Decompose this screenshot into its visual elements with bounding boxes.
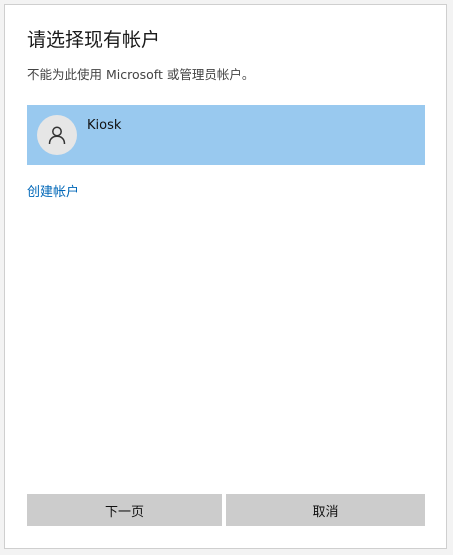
dialog-title: 请选择现有帐户 <box>27 29 161 51</box>
next-button[interactable]: 下一页 <box>27 494 222 526</box>
dialog-subtitle: 不能为此使用 Microsoft 或管理员帐户。 <box>27 67 255 82</box>
choose-account-dialog: 请选择现有帐户 不能为此使用 Microsoft 或管理员帐户。 Kiosk 创… <box>4 4 447 549</box>
cancel-button[interactable]: 取消 <box>226 494 425 526</box>
person-icon <box>48 126 66 145</box>
account-item-kiosk[interactable]: Kiosk <box>27 105 425 165</box>
create-account-link[interactable]: 创建帐户 <box>27 181 79 200</box>
avatar <box>37 115 77 155</box>
account-name: Kiosk <box>87 118 122 133</box>
